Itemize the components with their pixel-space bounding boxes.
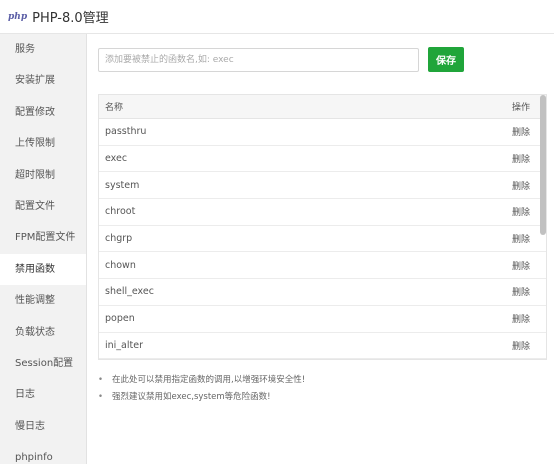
function-name: chown xyxy=(105,259,136,271)
function-name: shell_exec xyxy=(105,286,154,298)
note-text: 在此处可以禁用指定函数的调用,以增强环境安全性! xyxy=(112,375,306,385)
sidebar-item-performance-tuning[interactable]: 性能调整 xyxy=(0,285,86,316)
sidebar-item-config-modify[interactable]: 配置修改 xyxy=(0,97,86,128)
php-logo-icon: php xyxy=(8,11,28,22)
column-header-name: 名称 xyxy=(105,103,124,113)
function-name: exec xyxy=(105,153,128,165)
function-name: system xyxy=(105,179,140,191)
sidebar-item-session-config[interactable]: Session配置 xyxy=(0,348,86,379)
table-row: exec 删除 xyxy=(99,146,546,173)
help-notes: • 在此处可以禁用指定函数的调用,以增强环境安全性! • 强烈建议禁用如exec,s… xyxy=(98,372,538,406)
sidebar-item-upload-limit[interactable]: 上传限制 xyxy=(0,128,86,159)
column-header-action: 操作 xyxy=(511,103,530,113)
note-item: • 强烈建议禁用如exec,system等危险函数! xyxy=(98,389,538,406)
delete-link[interactable]: 删除 xyxy=(512,285,530,298)
sidebar-item-log[interactable]: 日志 xyxy=(0,379,86,410)
function-name: ini_alter xyxy=(105,339,143,351)
bullet-icon: • xyxy=(98,392,104,402)
table-scrollbar[interactable] xyxy=(540,95,546,235)
table-row: ini_alter 删除 xyxy=(99,333,546,359)
delete-link[interactable]: 删除 xyxy=(512,205,530,218)
window-titlebar: php PHP-8.0管理 xyxy=(0,0,554,34)
function-name-input[interactable] xyxy=(98,48,419,72)
delete-link[interactable]: 删除 xyxy=(512,152,530,165)
sidebar-item-disabled-functions[interactable]: 禁用函数 xyxy=(0,253,86,286)
table-row: chgrp 删除 xyxy=(99,226,546,253)
table-row: chroot 删除 xyxy=(99,199,546,226)
bullet-icon: • xyxy=(98,375,104,385)
window-title: PHP-8.0管理 xyxy=(32,11,109,26)
sidebar-item-install-extension[interactable]: 安装扩展 xyxy=(0,65,86,96)
function-name: popen xyxy=(105,313,135,325)
note-item: • 在此处可以禁用指定函数的调用,以增强环境安全性! xyxy=(98,372,538,389)
sidebar-item-slow-log[interactable]: 慢日志 xyxy=(0,411,86,442)
delete-link[interactable]: 删除 xyxy=(512,232,530,245)
function-name: chroot xyxy=(105,206,136,218)
delete-link[interactable]: 删除 xyxy=(512,259,530,272)
delete-link[interactable]: 删除 xyxy=(512,312,530,325)
function-name: passthru xyxy=(105,126,147,138)
sidebar-item-load-status[interactable]: 负载状态 xyxy=(0,317,86,348)
sidebar-item-config-file[interactable]: 配置文件 xyxy=(0,191,86,222)
table-row: passthru 删除 xyxy=(99,119,546,146)
table-row: system 删除 xyxy=(99,172,546,200)
sidebar: 服务 安装扩展 配置修改 上传限制 超时限制 配置文件 FPM配置文件 禁用函数… xyxy=(0,34,87,464)
function-name: chgrp xyxy=(105,233,133,245)
table-row: chown 删除 xyxy=(99,252,546,280)
delete-link[interactable]: 删除 xyxy=(512,179,530,192)
main-panel: 保存 名称 操作 passthru 删除 exec 删除 system 删除 c… xyxy=(87,34,554,464)
note-text: 强烈建议禁用如exec,system等危险函数! xyxy=(112,392,271,402)
table-row: popen 删除 xyxy=(99,306,546,333)
table-header: 名称 操作 xyxy=(99,95,546,119)
disabled-functions-table: 名称 操作 passthru 删除 exec 删除 system 删除 chro… xyxy=(98,94,547,360)
sidebar-item-fpm-config-file[interactable]: FPM配置文件 xyxy=(0,222,86,253)
sidebar-item-timeout-limit[interactable]: 超时限制 xyxy=(0,160,86,191)
sidebar-item-service[interactable]: 服务 xyxy=(0,34,86,65)
save-button[interactable]: 保存 xyxy=(428,47,464,72)
sidebar-item-phpinfo[interactable]: phpinfo xyxy=(0,442,86,473)
table-row: shell_exec 删除 xyxy=(99,279,546,306)
delete-link[interactable]: 删除 xyxy=(512,339,530,352)
delete-link[interactable]: 删除 xyxy=(512,125,530,138)
